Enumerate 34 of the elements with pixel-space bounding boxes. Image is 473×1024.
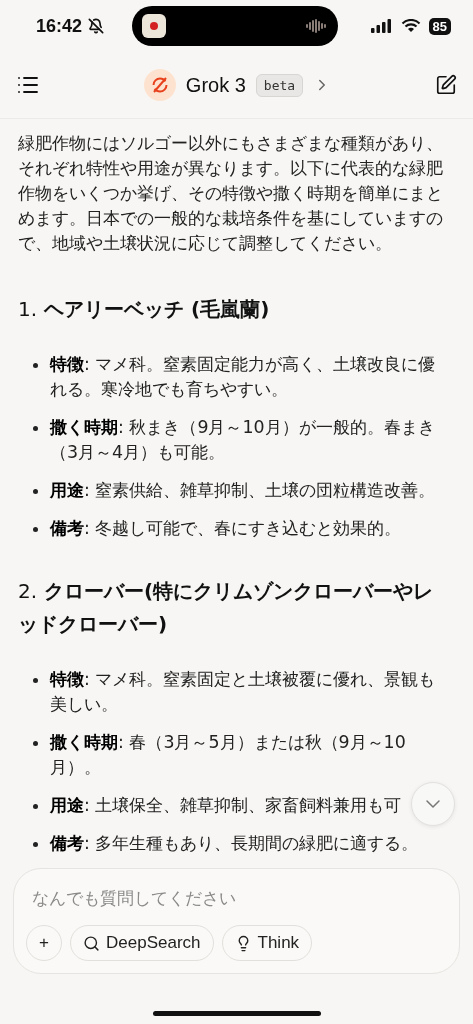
bullet-dot (33, 426, 38, 431)
signal-icon (370, 19, 393, 33)
bullet-dot (33, 363, 38, 368)
think-button[interactable]: Think (221, 925, 313, 961)
bullet-dot (33, 678, 38, 683)
section-heading: 2. クローバー(特にクリムゾンクローバーやレッドクローバー) (18, 578, 435, 638)
deepsearch-button[interactable]: DeepSearch (70, 925, 214, 961)
beta-badge: beta (255, 73, 304, 97)
bullet-dot (33, 741, 38, 746)
add-button[interactable]: + (26, 925, 62, 961)
waveform-icon (306, 19, 329, 33)
bullet-dot (33, 489, 38, 494)
bullet-dot (33, 804, 38, 809)
status-time: 16:42 (36, 15, 83, 37)
app-icon (142, 14, 167, 38)
battery-level: 85 (428, 17, 451, 35)
bullet-text: 用途: 土壌保全、雑草抑制、家畜飼料兼用も可 (50, 794, 402, 817)
search-icon (83, 934, 100, 952)
model-title[interactable]: Grok 3 (185, 73, 246, 97)
new-chat-icon[interactable] (435, 74, 457, 96)
intro-paragraph: 緑肥作物にはソルゴー以外にもさまざまな種類があり、それぞれ特性や用途が異なります。以下に代表的な緑肥作物をいくつか挙げ、その特徴や撒く時期を簡単にまとめます。日本での一般的な栽培条件を基にしていますので、地域や土壌状況に応じて調整してください。 (18, 132, 443, 255)
bullet-text: 用途: 窒素供給、雑草抑制、土壌の団粒構造改善。 (50, 479, 436, 502)
bullet-dot (33, 842, 38, 847)
bullet-text: 特徴: マメ科。窒素固定と土壌被覆に優れ、景観も美しい。 (50, 668, 437, 716)
bullet-text: 撒く時期: 春（3月～5月）または秋（9月～10月）。 (50, 731, 407, 779)
bullet-dot (33, 527, 38, 532)
bullet-text: 撒く時期: 秋まき（9月～10月）が一般的。春まき（3月～4月）も可能。 (50, 416, 436, 464)
grok-logo-icon (143, 69, 176, 101)
wifi-icon (400, 19, 421, 33)
bullet-text: 特徴: マメ科。窒素固定能力が高く、土壌改良に優れる。寒冷地でも育ちやすい。 (50, 353, 437, 401)
bullet-text: 備考: 冬越し可能で、春にすき込むと効果的。 (50, 517, 402, 540)
message-input[interactable]: なんでも質問してください (26, 885, 447, 913)
bullet-text: 備考: 多年生種もあり、長期間の緑肥に適する。 (50, 832, 419, 855)
section-heading: 1. ヘアリーベッチ (毛嵐蘭) (18, 296, 271, 323)
